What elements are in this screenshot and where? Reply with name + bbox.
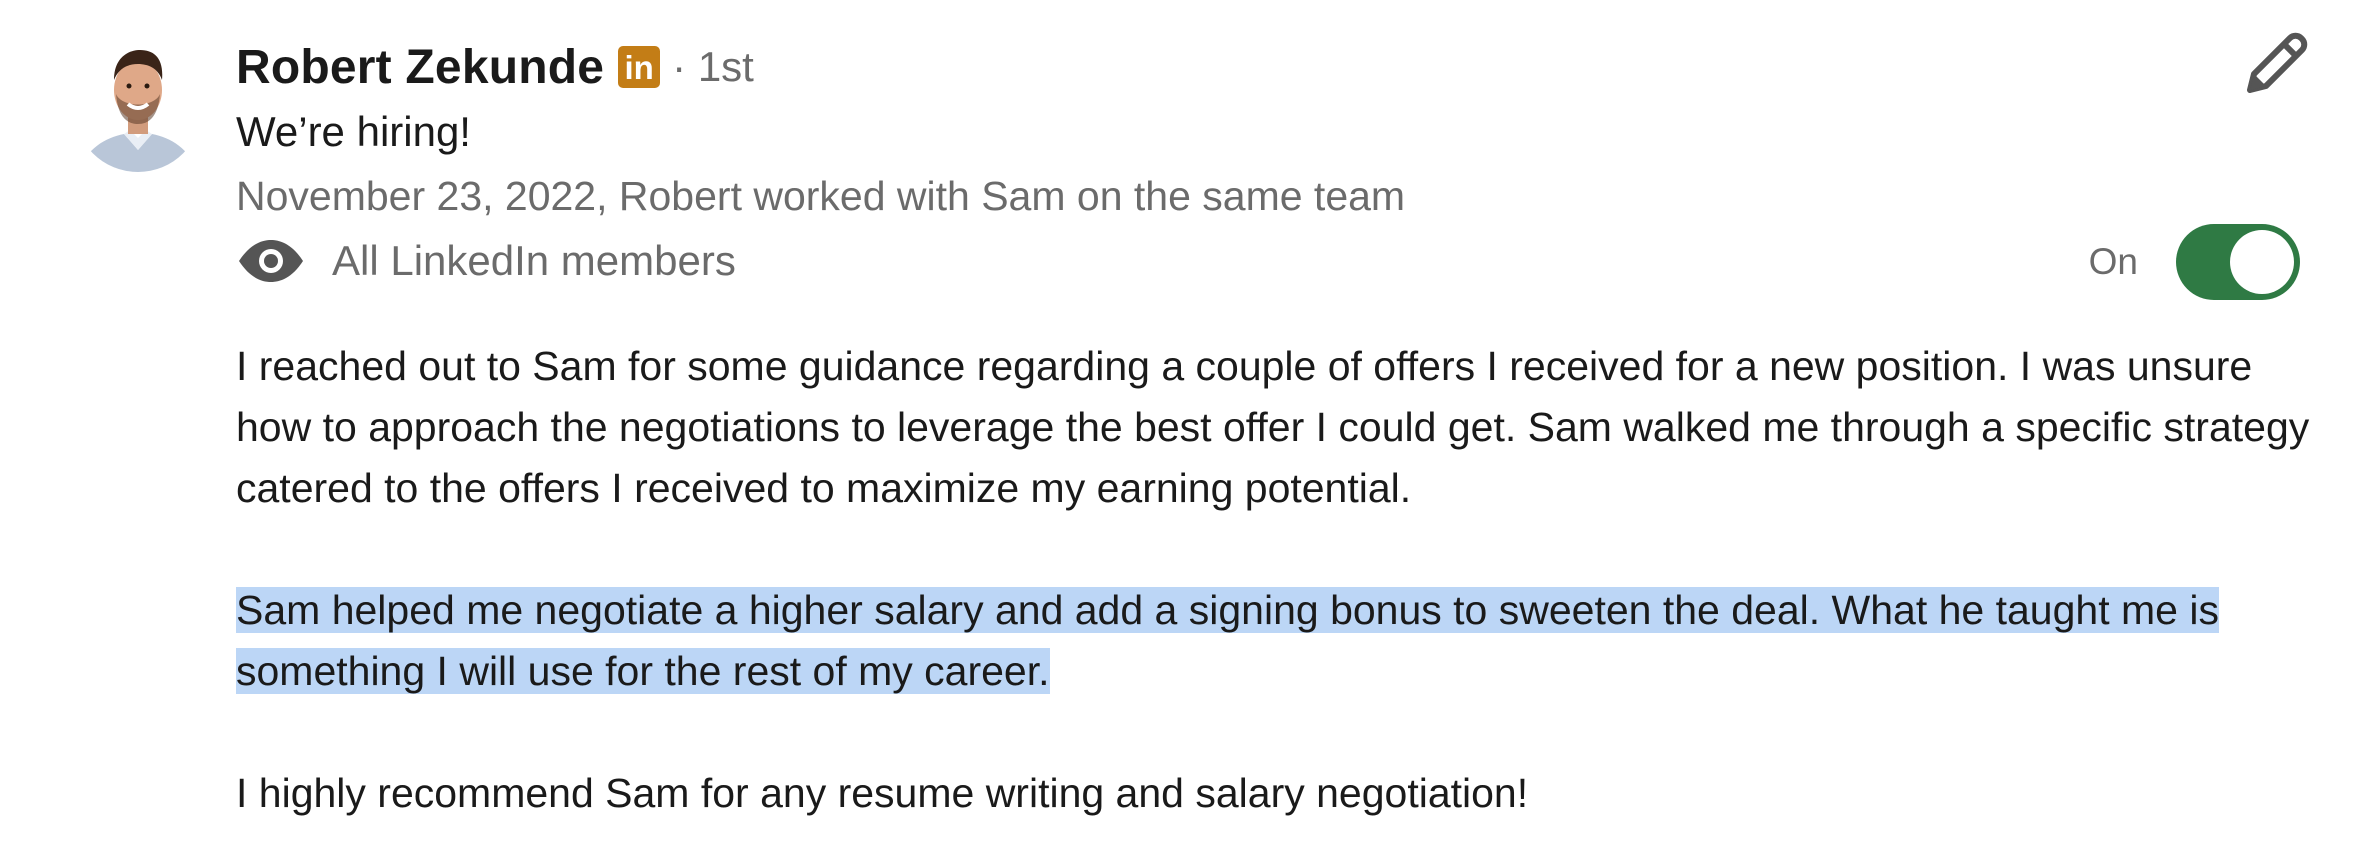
selected-text: Sam helped me negotiate a higher salary … xyxy=(236,587,2219,694)
visibility-setting: All LinkedIn members xyxy=(236,226,736,296)
paragraph-1-text: I reached out to Sam for some guidance r… xyxy=(236,343,2310,511)
eye-icon xyxy=(239,240,303,282)
paragraph-2: Sam helped me negotiate a higher salary … xyxy=(236,580,2316,702)
toggle-state-label: On xyxy=(2088,241,2138,282)
paragraph-3: I highly recommend Sam for any resume wr… xyxy=(236,763,2316,824)
visibility-label: All LinkedIn members xyxy=(332,237,736,284)
linkedin-premium-icon: in xyxy=(618,46,661,88)
author-header: Robert Zekunde in · 1st We’re hiring! No… xyxy=(236,36,1405,226)
paragraph-3-text: I highly recommend Sam for any resume wr… xyxy=(236,770,1529,816)
pencil-icon[interactable] xyxy=(2238,28,2312,102)
name-row: Robert Zekunde in · 1st xyxy=(236,36,1405,98)
connection-degree: · 1st xyxy=(672,43,754,90)
recommendation-meta: November 23, 2022, Robert worked with Sa… xyxy=(236,173,1406,219)
author-headline: We’re hiring! xyxy=(236,108,471,155)
visibility-toggle-group: On xyxy=(2089,222,2300,302)
author-name[interactable]: Robert Zekunde xyxy=(236,40,604,95)
paragraph-1: I reached out to Sam for some guidance r… xyxy=(236,336,2316,519)
visibility-toggle[interactable] xyxy=(2176,224,2300,300)
toggle-knob xyxy=(2230,230,2294,294)
avatar[interactable] xyxy=(74,38,202,176)
recommendation-text: I reached out to Sam for some guidance r… xyxy=(236,336,2316,824)
